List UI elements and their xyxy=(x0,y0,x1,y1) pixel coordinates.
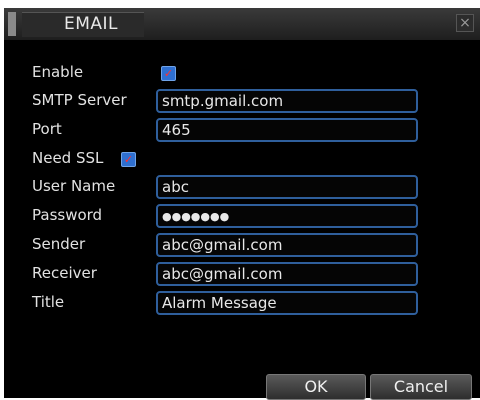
password-field[interactable] xyxy=(156,204,418,228)
sender-label: Sender xyxy=(32,235,86,253)
port-label: Port xyxy=(32,120,62,138)
title-field[interactable] xyxy=(156,291,418,315)
title-bar-edge xyxy=(8,12,16,36)
ok-button[interactable]: OK xyxy=(266,374,366,400)
title-label: Title xyxy=(32,293,65,311)
smtp-server-field[interactable] xyxy=(156,89,418,113)
smtp-server-label: SMTP Server xyxy=(32,91,127,109)
email-dialog: EMAIL × Enable ✓ SMTP Server Port Need S… xyxy=(4,8,480,400)
enable-checkbox[interactable]: ✓ xyxy=(161,66,176,81)
password-label: Password xyxy=(32,206,103,224)
need-ssl-checkbox[interactable]: ✓ xyxy=(121,152,136,167)
user-name-label: User Name xyxy=(32,177,116,195)
need-ssl-label: Need SSL xyxy=(32,149,104,167)
user-name-field[interactable] xyxy=(156,175,418,199)
dialog-title: EMAIL xyxy=(64,14,119,34)
close-icon[interactable]: × xyxy=(456,14,474,32)
receiver-label: Receiver xyxy=(32,264,97,282)
title-bar: EMAIL × xyxy=(4,8,480,40)
port-field[interactable] xyxy=(156,118,418,142)
receiver-field[interactable] xyxy=(156,262,418,286)
sender-field[interactable] xyxy=(156,233,418,257)
cancel-button[interactable]: Cancel xyxy=(370,374,472,400)
enable-label: Enable xyxy=(32,63,84,81)
